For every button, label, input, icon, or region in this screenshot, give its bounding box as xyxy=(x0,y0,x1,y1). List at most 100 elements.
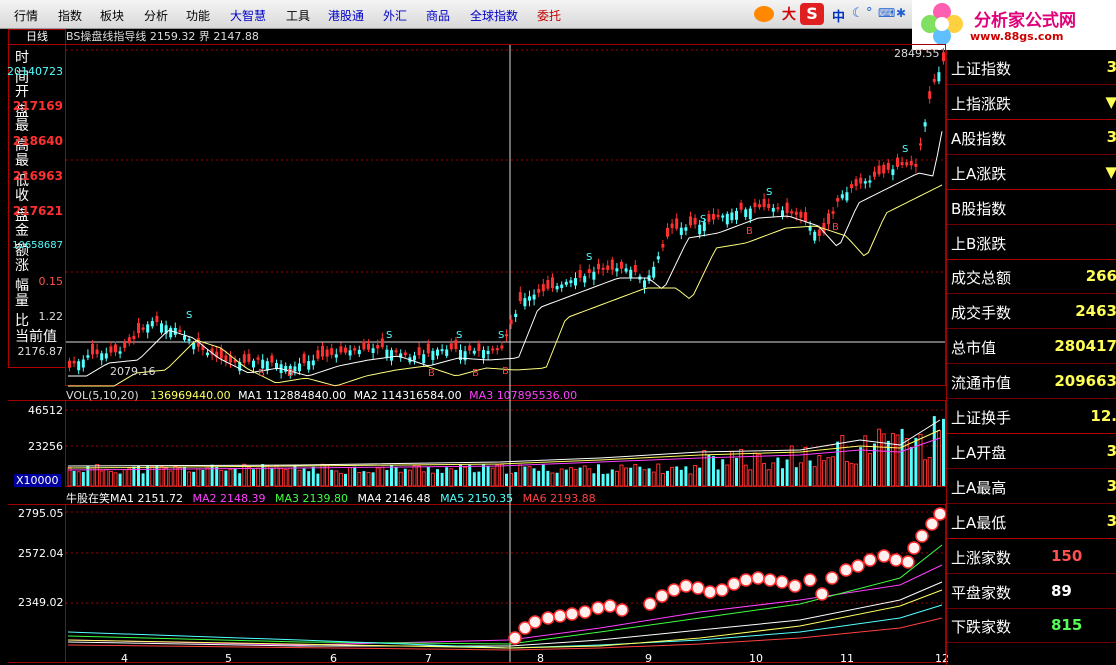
candle-body xyxy=(155,315,159,322)
x-tick-label: 6 xyxy=(330,652,337,665)
bull-ma5-line xyxy=(67,604,943,649)
candle-body xyxy=(528,296,531,301)
side-row[interactable]: 上证指数 3 xyxy=(947,50,1116,85)
volume-bar xyxy=(942,418,945,486)
logo-title: 分析家公式网 xyxy=(974,11,1076,31)
volume-bar xyxy=(380,466,385,487)
side-row[interactable]: 上A涨跌 ▼ xyxy=(947,155,1116,190)
candle-body xyxy=(118,351,122,354)
smiley-marker xyxy=(565,607,579,621)
main-caption-v1: 2159.32 xyxy=(149,30,196,43)
candle-body xyxy=(854,179,858,187)
side-label: 上证换手 xyxy=(951,409,1012,427)
volume-bar xyxy=(914,437,918,486)
side-row[interactable]: 成交总额 266 xyxy=(947,259,1116,295)
side-row[interactable]: 总市值 280417 xyxy=(947,329,1116,365)
volume-bar xyxy=(518,464,523,487)
candle-body xyxy=(362,341,366,350)
side-label: 成交手数 xyxy=(951,304,1012,323)
ma-line-yellow xyxy=(68,184,943,387)
candle-body xyxy=(532,294,536,300)
vol-ma1: 112884840.00 xyxy=(265,389,347,402)
side-row[interactable]: 流通市值 209663 xyxy=(947,364,1116,400)
candle-body xyxy=(684,227,688,231)
bull-ma3: 2139.80 xyxy=(302,492,349,505)
side-row[interactable]: 上指涨跌 ▼ xyxy=(947,85,1116,120)
volume-bar xyxy=(666,470,669,486)
volume-bar xyxy=(656,463,661,487)
candle-body xyxy=(77,361,81,371)
bull-ma6-label: MA6 xyxy=(522,492,547,505)
volume-bar xyxy=(122,469,127,487)
volume-bar xyxy=(555,472,559,486)
volume-bar xyxy=(629,467,633,486)
price-high-label: 2849.55 xyxy=(894,47,940,60)
candle-body xyxy=(564,281,568,285)
volume-bar xyxy=(505,473,508,486)
volume-bar xyxy=(601,473,605,486)
volume-bar xyxy=(684,466,688,486)
candle-body xyxy=(716,214,720,218)
volume-bar xyxy=(776,457,780,486)
volume-bar xyxy=(215,466,219,486)
candle-body xyxy=(776,207,780,210)
volume-bar xyxy=(394,467,398,486)
side-row[interactable]: 成交手数 2463 xyxy=(947,294,1116,330)
smiley-marker xyxy=(763,573,777,587)
volume-bar xyxy=(573,468,578,487)
volume-bar xyxy=(587,468,592,487)
candle-body xyxy=(794,211,798,215)
side-row[interactable]: 上B涨跌 xyxy=(947,225,1116,260)
volume-bar xyxy=(798,462,803,487)
volume-bar xyxy=(739,448,744,487)
candle-body xyxy=(877,165,881,175)
bull-axis-low: 2349.02 xyxy=(18,596,64,609)
candle-body xyxy=(643,280,646,288)
candle-body xyxy=(491,348,495,351)
side-row[interactable]: 下跌家数 815 xyxy=(947,608,1116,644)
volume-bar xyxy=(242,463,247,487)
volume-bar xyxy=(256,467,261,487)
candle-body xyxy=(95,349,99,355)
side-row[interactable]: 上证换手 12. xyxy=(947,399,1116,434)
candle-body xyxy=(339,346,343,353)
volume-bar xyxy=(932,416,936,486)
smiley-marker xyxy=(907,541,921,555)
candle-body xyxy=(886,162,890,170)
volume-bar xyxy=(398,471,403,487)
vol-value: 136969440.00 xyxy=(150,389,231,402)
main-caption: BS操盘线指导线 2159.32 界 2147.88 xyxy=(66,28,259,44)
side-value: 3 xyxy=(1106,476,1116,495)
side-row[interactable]: 上A最高 3 xyxy=(947,469,1116,504)
side-row[interactable]: 上A最低 3 xyxy=(947,504,1116,539)
volume-bar xyxy=(812,466,817,487)
candle-body xyxy=(127,337,131,344)
chart-canvas[interactable]: S B B S B S B S B S S B S B S xyxy=(0,0,948,665)
candle-body xyxy=(666,227,669,237)
volume-bar xyxy=(261,464,265,486)
bull-axis-top: 2795.05 xyxy=(18,507,64,520)
volume-bar xyxy=(698,467,702,486)
volume-bar xyxy=(177,467,182,487)
volume-bar xyxy=(725,464,730,487)
candle-body xyxy=(256,357,260,360)
side-value: 3 xyxy=(1106,441,1116,460)
side-row[interactable]: 平盘家数 89 xyxy=(947,574,1116,609)
side-row[interactable]: B股指数 xyxy=(947,190,1116,225)
candle-body xyxy=(270,355,274,363)
side-row[interactable]: 上A开盘 3 xyxy=(947,434,1116,469)
candle-body xyxy=(574,278,577,286)
smiley-marker xyxy=(839,563,853,577)
candle-body xyxy=(141,327,145,330)
side-row[interactable]: 上涨家数 150 xyxy=(947,539,1116,574)
candle-body xyxy=(873,171,876,177)
x-tick-label: 4 xyxy=(121,652,128,665)
side-row[interactable]: A股指数 3 xyxy=(947,120,1116,155)
bull-ma6: 2193.88 xyxy=(550,492,596,505)
smiley-marker xyxy=(751,571,765,585)
candle-body xyxy=(367,343,370,350)
main-caption-label2: 界 xyxy=(198,30,210,43)
candle-body xyxy=(914,163,918,167)
bs-marker: B xyxy=(472,368,479,379)
candle-body xyxy=(311,360,315,366)
